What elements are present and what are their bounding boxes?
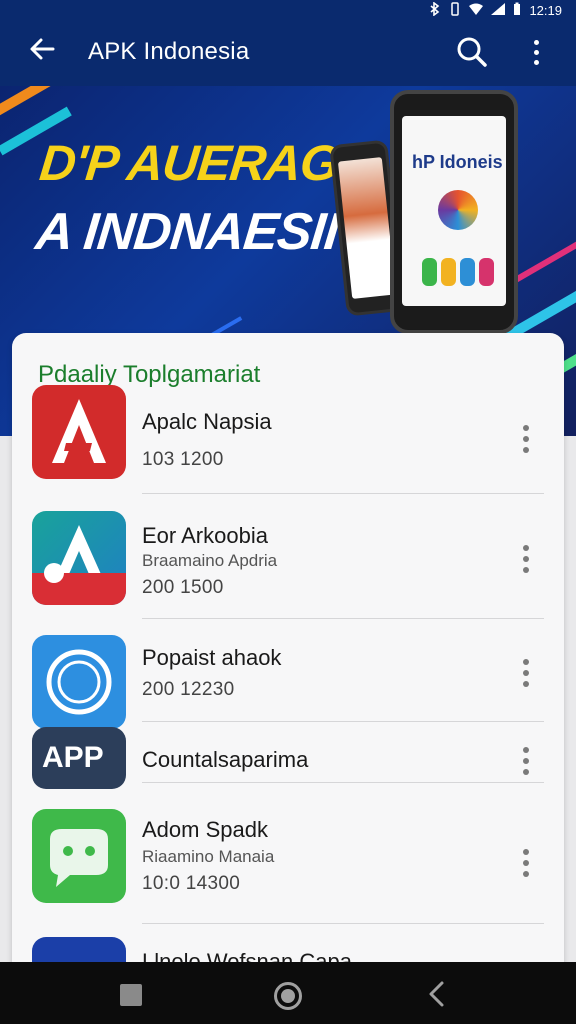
back-triangle-icon[interactable] (422, 980, 450, 1010)
phone-illustration-front: hP Idoneis (390, 90, 518, 334)
phone-app-icons (422, 258, 494, 286)
app-stats: 200 12230 (142, 679, 235, 700)
more-vert-icon (533, 39, 539, 45)
app-stats: 103 1200 (142, 449, 224, 470)
app-name: Adom Spadk (142, 817, 268, 842)
divider (142, 618, 544, 619)
app-name: Popaist ahaok (142, 645, 282, 670)
banner-headline-2: A INDNAESII (32, 203, 342, 261)
item-menu-button[interactable] (512, 653, 540, 693)
item-menu-button[interactable] (512, 843, 540, 883)
more-vert-icon (523, 545, 529, 551)
app-icon-red-a (32, 385, 126, 479)
globe-icon (438, 190, 478, 230)
wifi-icon (469, 3, 484, 18)
divider (142, 782, 544, 783)
app-subtitle: Braamaino Apdria (142, 551, 278, 570)
bluetooth-icon (429, 0, 441, 19)
app-list-card: Pdaaliy Toplgamariat Apalc Napsia 103 12… (12, 333, 564, 1024)
item-menu-button[interactable] (512, 539, 540, 579)
item-menu-button[interactable] (512, 419, 540, 459)
list-item[interactable]: Eor Arkoobia Braamaino Apdria 200 1500 (12, 511, 564, 621)
divider (142, 923, 544, 924)
search-button[interactable] (452, 32, 492, 72)
more-options-button[interactable] (520, 32, 552, 72)
item-menu-button[interactable] (512, 741, 540, 781)
list-item[interactable]: APP Countalsaparima (12, 727, 564, 797)
battery-icon (513, 2, 521, 19)
app-stats: 10:0 14300 (142, 873, 241, 894)
app-name: Eor Arkoobia (142, 523, 268, 548)
app-bar: APK Indonesia (0, 20, 576, 86)
app-name: Countalsaparima (142, 747, 309, 772)
list-item[interactable]: Popaist ahaok 200 12230 (12, 635, 564, 735)
vibrate-icon (449, 1, 461, 19)
more-vert-icon (523, 659, 529, 665)
page-title: APK Indonesia (88, 38, 250, 65)
search-icon (452, 37, 492, 76)
phone-logo: hP Idoneis (412, 152, 503, 172)
home-icon[interactable] (274, 982, 302, 1010)
list-item[interactable]: Apalc Napsia 103 1200 (12, 385, 564, 495)
app-badge-text: APP (42, 741, 104, 774)
status-bar: 12:19 (0, 0, 576, 20)
app-name: Apalc Napsia (142, 409, 272, 434)
back-button[interactable] (22, 34, 62, 70)
app-subtitle: Riaamino Manaia (142, 847, 275, 866)
recent-apps-icon[interactable] (120, 984, 142, 1006)
system-nav-bar (0, 962, 576, 1024)
signal-icon (491, 2, 506, 18)
arrow-left-icon (29, 37, 55, 67)
divider (142, 721, 544, 722)
list-item[interactable]: Adom Spadk Riaamino Manaia 10:0 14300 (12, 809, 564, 919)
more-vert-icon (523, 849, 529, 855)
app-stats: 200 1500 (142, 577, 224, 598)
status-icons: 12:19 (429, 0, 562, 20)
divider (142, 493, 544, 494)
app-icon-blue-circle (32, 635, 126, 729)
more-vert-icon (523, 425, 529, 431)
app-icon-green-android (32, 809, 126, 903)
app-icon-app-badge: APP (32, 727, 126, 789)
app-icon-teal-a (32, 511, 126, 605)
more-vert-icon (523, 747, 529, 753)
status-time: 12:19 (529, 2, 562, 18)
